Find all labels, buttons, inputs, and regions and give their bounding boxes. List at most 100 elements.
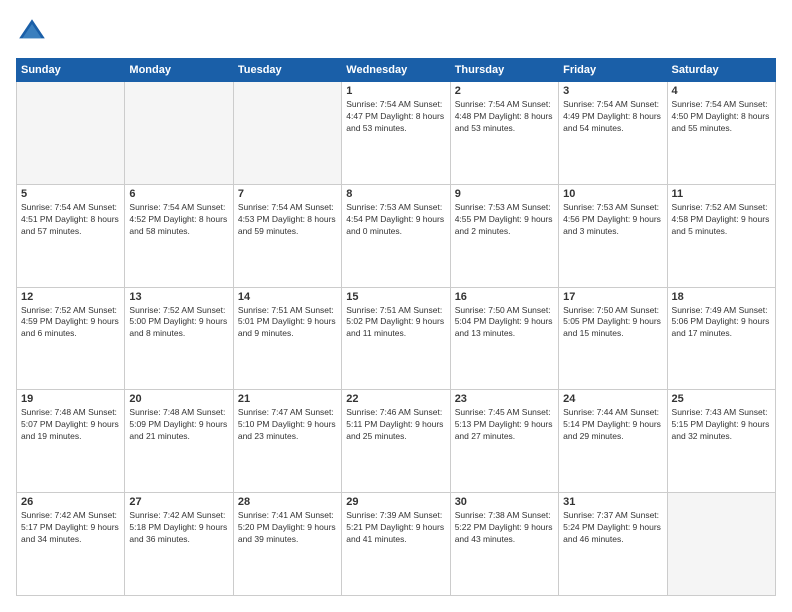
cell-text: Sunrise: 7:53 AM Sunset: 4:56 PM Dayligh… bbox=[563, 202, 662, 238]
calendar-cell: 14Sunrise: 7:51 AM Sunset: 5:01 PM Dayli… bbox=[233, 287, 341, 390]
cell-text: Sunrise: 7:54 AM Sunset: 4:52 PM Dayligh… bbox=[129, 202, 228, 238]
calendar-cell: 2 Sunrise: 7:54 AM Sunset: 4:48 PM Daylig… bbox=[450, 82, 558, 185]
cell-text: Sunrise: 7:42 AM Sunset: 5:18 PM Dayligh… bbox=[129, 510, 228, 546]
cell-text: Sunrise: 7:42 AM Sunset: 5:17 PM Dayligh… bbox=[21, 510, 120, 546]
weekday-header: SundayMondayTuesdayWednesdayThursdayFrid… bbox=[17, 59, 776, 82]
day-number: 20 bbox=[129, 393, 228, 405]
day-number: 26 bbox=[21, 496, 120, 508]
cell-text: Sunrise: 7:54 AM Sunset: 4:49 PM Dayligh… bbox=[563, 99, 662, 135]
week-row-5: 26 Sunrise: 7:42 AM Sunset: 5:17 PM Dayli… bbox=[17, 493, 776, 596]
calendar-cell: 26 Sunrise: 7:42 AM Sunset: 5:17 PM Dayli… bbox=[17, 493, 125, 596]
week-row-4: 19 Sunrise: 7:48 AM Sunset: 5:07 PM Dayli… bbox=[17, 390, 776, 493]
calendar-cell: 19 Sunrise: 7:48 AM Sunset: 5:07 PM Dayli… bbox=[17, 390, 125, 493]
calendar-cell: 18 Sunrise: 7:49 AM Sunset: 5:06 PM Dayli… bbox=[667, 287, 775, 390]
calendar-cell: 6 Sunrise: 7:54 AM Sunset: 4:52 PM Daylig… bbox=[125, 184, 233, 287]
cell-text: Sunrise: 7:48 AM Sunset: 5:07 PM Dayligh… bbox=[21, 407, 120, 443]
cell-text: Sunrise: 7:54 AM Sunset: 4:48 PM Dayligh… bbox=[455, 99, 554, 135]
calendar-cell: 28 Sunrise: 7:41 AM Sunset: 5:20 PM Dayli… bbox=[233, 493, 341, 596]
cell-text: Sunrise: 7:51 AM Sunset: 5:01 PM Dayligh… bbox=[238, 305, 337, 341]
cell-text: Sunrise: 7:52 AM Sunset: 4:58 PM Dayligh… bbox=[672, 202, 771, 238]
day-number: 16 bbox=[455, 291, 554, 303]
day-number: 12 bbox=[21, 291, 120, 303]
day-number: 5 bbox=[21, 188, 120, 200]
day-number: 1 bbox=[346, 85, 445, 97]
cell-text: Sunrise: 7:49 AM Sunset: 5:06 PM Dayligh… bbox=[672, 305, 771, 341]
day-number: 13 bbox=[129, 291, 228, 303]
weekday-saturday: Saturday bbox=[667, 59, 775, 82]
cell-text: Sunrise: 7:50 AM Sunset: 5:04 PM Dayligh… bbox=[455, 305, 554, 341]
week-row-1: 1Sunrise: 7:54 AM Sunset: 4:47 PM Daylig… bbox=[17, 82, 776, 185]
calendar-cell: 17Sunrise: 7:50 AM Sunset: 5:05 PM Dayli… bbox=[559, 287, 667, 390]
calendar-cell bbox=[667, 493, 775, 596]
week-row-2: 5Sunrise: 7:54 AM Sunset: 4:51 PM Daylig… bbox=[17, 184, 776, 287]
calendar-cell: 27 Sunrise: 7:42 AM Sunset: 5:18 PM Dayli… bbox=[125, 493, 233, 596]
day-number: 7 bbox=[238, 188, 337, 200]
cell-text: Sunrise: 7:53 AM Sunset: 4:55 PM Dayligh… bbox=[455, 202, 554, 238]
cell-text: Sunrise: 7:52 AM Sunset: 4:59 PM Dayligh… bbox=[21, 305, 120, 341]
weekday-thursday: Thursday bbox=[450, 59, 558, 82]
day-number: 30 bbox=[455, 496, 554, 508]
weekday-friday: Friday bbox=[559, 59, 667, 82]
weekday-tuesday: Tuesday bbox=[233, 59, 341, 82]
logo bbox=[16, 16, 52, 48]
cell-text: Sunrise: 7:38 AM Sunset: 5:22 PM Dayligh… bbox=[455, 510, 554, 546]
cell-text: Sunrise: 7:46 AM Sunset: 5:11 PM Dayligh… bbox=[346, 407, 445, 443]
cell-text: Sunrise: 7:37 AM Sunset: 5:24 PM Dayligh… bbox=[563, 510, 662, 546]
day-number: 25 bbox=[672, 393, 771, 405]
day-number: 4 bbox=[672, 85, 771, 97]
cell-text: Sunrise: 7:51 AM Sunset: 5:02 PM Dayligh… bbox=[346, 305, 445, 341]
calendar-cell: 8 Sunrise: 7:53 AM Sunset: 4:54 PM Daylig… bbox=[342, 184, 450, 287]
day-number: 22 bbox=[346, 393, 445, 405]
day-number: 3 bbox=[563, 85, 662, 97]
calendar-cell bbox=[125, 82, 233, 185]
day-number: 15 bbox=[346, 291, 445, 303]
logo-icon bbox=[16, 16, 48, 48]
day-number: 6 bbox=[129, 188, 228, 200]
cell-text: Sunrise: 7:39 AM Sunset: 5:21 PM Dayligh… bbox=[346, 510, 445, 546]
day-number: 28 bbox=[238, 496, 337, 508]
day-number: 2 bbox=[455, 85, 554, 97]
calendar-cell: 4 Sunrise: 7:54 AM Sunset: 4:50 PM Daylig… bbox=[667, 82, 775, 185]
page: SundayMondayTuesdayWednesdayThursdayFrid… bbox=[0, 0, 792, 612]
cell-text: Sunrise: 7:41 AM Sunset: 5:20 PM Dayligh… bbox=[238, 510, 337, 546]
day-number: 18 bbox=[672, 291, 771, 303]
day-number: 27 bbox=[129, 496, 228, 508]
calendar-cell: 15 Sunrise: 7:51 AM Sunset: 5:02 PM Dayli… bbox=[342, 287, 450, 390]
day-number: 10 bbox=[563, 188, 662, 200]
day-number: 9 bbox=[455, 188, 554, 200]
calendar-cell bbox=[17, 82, 125, 185]
cell-text: Sunrise: 7:54 AM Sunset: 4:50 PM Dayligh… bbox=[672, 99, 771, 135]
day-number: 23 bbox=[455, 393, 554, 405]
day-number: 24 bbox=[563, 393, 662, 405]
day-number: 31 bbox=[563, 496, 662, 508]
calendar-cell: 25Sunrise: 7:43 AM Sunset: 5:15 PM Dayli… bbox=[667, 390, 775, 493]
calendar-cell: 23 Sunrise: 7:45 AM Sunset: 5:13 PM Dayli… bbox=[450, 390, 558, 493]
cell-text: Sunrise: 7:53 AM Sunset: 4:54 PM Dayligh… bbox=[346, 202, 445, 238]
calendar-cell: 3 Sunrise: 7:54 AM Sunset: 4:49 PM Daylig… bbox=[559, 82, 667, 185]
cell-text: Sunrise: 7:45 AM Sunset: 5:13 PM Dayligh… bbox=[455, 407, 554, 443]
calendar-cell: 29Sunrise: 7:39 AM Sunset: 5:21 PM Dayli… bbox=[342, 493, 450, 596]
weekday-monday: Monday bbox=[125, 59, 233, 82]
calendar-cell bbox=[233, 82, 341, 185]
calendar-cell: 9 Sunrise: 7:53 AM Sunset: 4:55 PM Daylig… bbox=[450, 184, 558, 287]
day-number: 11 bbox=[672, 188, 771, 200]
day-number: 17 bbox=[563, 291, 662, 303]
day-number: 21 bbox=[238, 393, 337, 405]
calendar-cell: 21Sunrise: 7:47 AM Sunset: 5:10 PM Dayli… bbox=[233, 390, 341, 493]
cell-text: Sunrise: 7:44 AM Sunset: 5:14 PM Dayligh… bbox=[563, 407, 662, 443]
calendar-cell: 1Sunrise: 7:54 AM Sunset: 4:47 PM Daylig… bbox=[342, 82, 450, 185]
calendar-cell: 11 Sunrise: 7:52 AM Sunset: 4:58 PM Dayli… bbox=[667, 184, 775, 287]
calendar-cell: 10 Sunrise: 7:53 AM Sunset: 4:56 PM Dayli… bbox=[559, 184, 667, 287]
header bbox=[16, 16, 776, 48]
calendar-cell: 31 Sunrise: 7:37 AM Sunset: 5:24 PM Dayli… bbox=[559, 493, 667, 596]
calendar-cell: 12 Sunrise: 7:52 AM Sunset: 4:59 PM Dayli… bbox=[17, 287, 125, 390]
calendar-body: 1Sunrise: 7:54 AM Sunset: 4:47 PM Daylig… bbox=[17, 82, 776, 596]
calendar-cell: 7 Sunrise: 7:54 AM Sunset: 4:53 PM Daylig… bbox=[233, 184, 341, 287]
cell-text: Sunrise: 7:54 AM Sunset: 4:53 PM Dayligh… bbox=[238, 202, 337, 238]
calendar-cell: 16 Sunrise: 7:50 AM Sunset: 5:04 PM Dayli… bbox=[450, 287, 558, 390]
calendar-cell: 13 Sunrise: 7:52 AM Sunset: 5:00 PM Dayli… bbox=[125, 287, 233, 390]
day-number: 8 bbox=[346, 188, 445, 200]
calendar-table: SundayMondayTuesdayWednesdayThursdayFrid… bbox=[16, 58, 776, 596]
cell-text: Sunrise: 7:52 AM Sunset: 5:00 PM Dayligh… bbox=[129, 305, 228, 341]
day-number: 19 bbox=[21, 393, 120, 405]
